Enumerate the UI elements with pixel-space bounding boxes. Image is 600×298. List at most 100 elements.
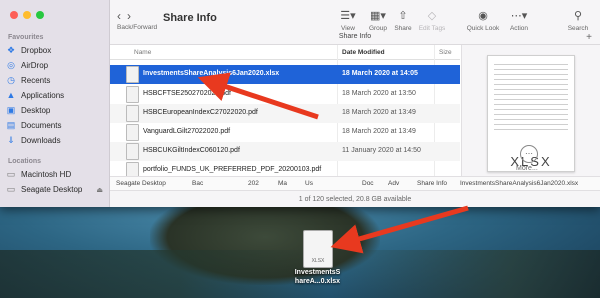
table-row[interactable]: HSBCUKGiltIndexC060120.pdf 11 January 20… [110,142,460,161]
desktop-file-label-line: hareA...0.xlsx [294,278,341,285]
dropbox-icon: ❖ [6,44,16,55]
close-button[interactable] [10,11,18,19]
eject-icon[interactable]: ⏏ [96,186,103,194]
clock-icon: ◷ [7,74,15,85]
sidebar-item-label: AirDrop [21,60,49,70]
path-bar: Seagate Desktop Bac 202 Ma Us Doc Adv Sh… [110,176,600,190]
column-name[interactable]: Name [134,49,151,56]
pdf-file-icon [126,86,139,103]
sidebar-item-macintosh-hd[interactable]: ▭ Macintosh HD [6,167,72,181]
desktop-icon: ▣ [6,104,16,115]
table-row[interactable]: VanguardLGilt27022020.pdf 18 March 2020 … [110,123,460,142]
status-bar: 1 of 120 selected, 20.8 GB available [110,190,600,207]
file-date: 18 March 2020 at 13:49 [342,109,416,116]
sidebar-item-label: Documents [21,120,62,130]
sidebar-section-favourites: Favourites [8,34,44,41]
nav-label: Back/Forward [117,24,158,31]
pdf-file-icon [126,124,139,141]
tab-label: Share Info [338,33,372,40]
back-forward-buttons[interactable]: ‹› [117,9,137,23]
sidebar: Favourites ❖ Dropbox ◎ AirDrop ◷ Recents ▲ A… [0,0,110,207]
edit-tags-label: Edit Tags [418,25,446,32]
path-item[interactable]: Ma [278,180,287,187]
column-headers: Name Date Modified Size [110,45,460,60]
path-item[interactable]: 202 [248,180,259,187]
sidebar-item-desktop[interactable]: ▣ Desktop [6,103,51,117]
pdf-file-icon [126,105,139,122]
desktop-file-label[interactable]: InvestmentsS hareA...0.xlsx [285,268,350,286]
edit-tags-button[interactable]: ◇ Edit Tags [414,9,450,32]
more-button[interactable]: ⋯ [520,145,538,163]
action-icon: ⋯▾ [510,10,528,22]
table-row[interactable]: portfolio_FUNDS_UK_PREFERRED_PDF_2020010… [110,161,460,176]
action-label: Action [509,25,529,32]
search-button[interactable]: ⚲ Search [560,9,596,32]
file-name: VanguardLGilt27022020.pdf [143,128,231,135]
quick-look-button[interactable]: ◉ Quick Look [465,9,501,32]
path-item[interactable]: Share Info [417,180,447,187]
file-list: Name Date Modified Size InvestmentsShare… [110,45,460,185]
tag-icon: ◇ [427,10,437,22]
path-item[interactable]: Bac [192,180,203,187]
preview-pane: XLSX ⋯ More... [461,45,600,185]
sidebar-item-downloads[interactable]: ⇓ Downloads [6,133,61,147]
file-name: HSBCUKGiltIndexC060120.pdf [143,147,240,154]
desktop-file-ext: XLSX [311,258,325,264]
xlsx-file-icon [126,66,139,83]
file-date: 11 January 2020 at 14:50 [342,147,421,154]
search-icon: ⚲ [573,10,583,22]
file-name: InvestmentsShareAnalysis6Jan2020.xlsx [143,70,280,77]
sidebar-item-label: Downloads [21,135,61,145]
sidebar-section-locations: Locations [8,158,42,165]
pdf-file-icon [126,162,139,176]
path-item[interactable]: Seagate Desktop [116,180,166,187]
sidebar-item-airdrop[interactable]: ◎ AirDrop [6,58,48,72]
sidebar-item-recents[interactable]: ◷ Recents [6,73,50,87]
file-name: HSBCFTSE2502702020.pdf [143,90,231,97]
sidebar-item-label: Desktop [21,105,51,115]
file-date: 18 March 2020 at 14:05 [342,70,418,77]
eye-icon: ◉ [478,10,488,22]
minimize-button[interactable] [23,11,31,19]
path-item[interactable]: InvestmentsShareAnalysis6Jan2020.xlsx [460,180,578,187]
column-size[interactable]: Size [439,49,452,56]
new-tab-icon[interactable]: + [586,32,592,43]
sidebar-item-dropbox[interactable]: ❖ Dropbox [6,43,51,57]
airdrop-icon: ◎ [7,59,15,70]
more-label: More... [516,165,538,172]
action-button[interactable]: ⋯▾ Action [501,9,537,32]
disk-icon: ▭ [6,183,16,194]
path-item[interactable]: Doc [362,180,374,187]
quick-look-label: Quick Look [466,25,500,32]
sidebar-item-label: Dropbox [21,45,52,55]
table-row[interactable]: HSBCEuropeanIndexC27022020.pdf 18 March … [110,104,460,123]
desktop-file-label-line: InvestmentsS [294,269,341,276]
table-row[interactable]: HSBCFTSE2502702020.pdf 18 March 2020 at … [110,85,460,104]
file-name: portfolio_FUNDS_UK_PREFERRED_PDF_2020010… [143,166,322,173]
applications-icon: ▲ [6,90,16,100]
sidebar-item-label: Macintosh HD [21,169,72,179]
disk-icon: ▭ [6,168,16,179]
search-label: Search [567,25,589,32]
document-icon: ▤ [6,119,16,130]
sidebar-item-label: Applications [21,90,65,100]
window-controls [10,11,44,19]
finder-window: Favourites ❖ Dropbox ◎ AirDrop ◷ Recents ▲ A… [0,0,600,207]
column-date-modified[interactable]: Date Modified [342,49,385,56]
desktop-file-icon[interactable]: XLSX [303,230,333,268]
sidebar-item-seagate[interactable]: ▭ Seagate Desktop [6,182,83,196]
window-title: Share Info [163,12,217,24]
zoom-button[interactable] [36,11,44,19]
pdf-file-icon [126,143,139,160]
sidebar-item-label: Recents [21,75,51,85]
path-item[interactable]: Adv [388,180,399,187]
file-date: 18 March 2020 at 13:49 [342,128,416,135]
sidebar-item-documents[interactable]: ▤ Documents [6,118,62,132]
file-date: 18 March 2020 at 13:50 [342,90,416,97]
file-name: HSBCEuropeanIndexC27022020.pdf [143,109,258,116]
path-item[interactable]: Us [305,180,313,187]
table-row[interactable]: InvestmentsShareAnalysis6Jan2020.xlsx 18… [110,65,460,84]
download-icon: ⇓ [7,134,15,145]
sidebar-item-applications[interactable]: ▲ Applications [6,88,65,102]
sidebar-item-label: Seagate Desktop [21,184,83,194]
